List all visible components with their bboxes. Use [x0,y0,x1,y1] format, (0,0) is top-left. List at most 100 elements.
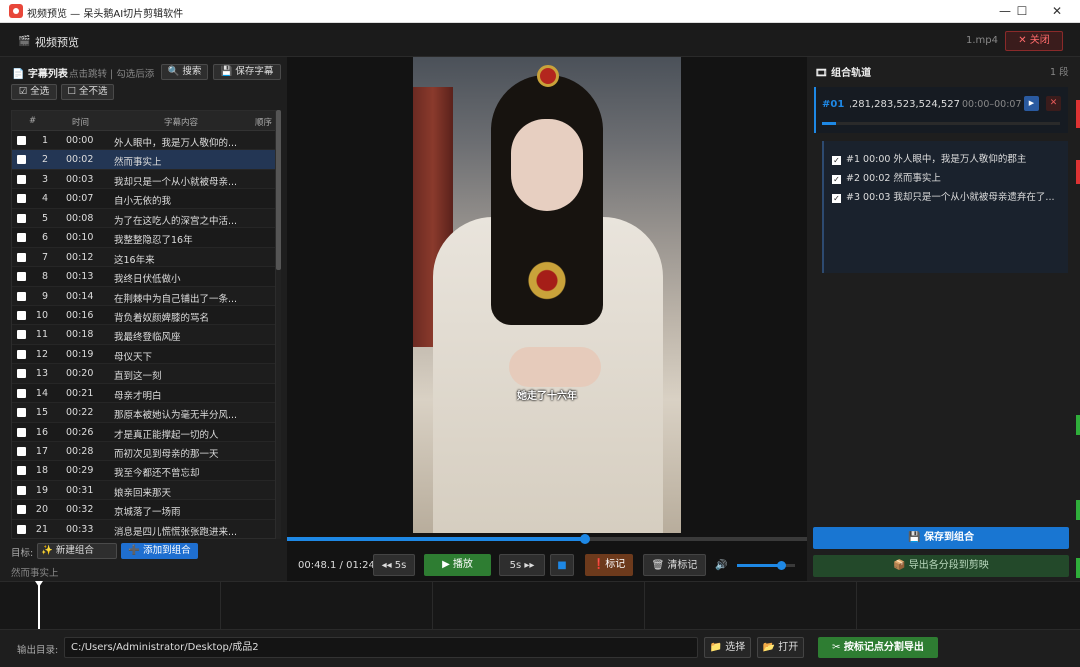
app-window: 视频预览 — 呆头鹅AI切片剪辑软件 — ☐ ✕ 🎬 视频预览 1.mp4 ✕ … [0,0,1080,667]
timeline-playhead[interactable] [35,581,43,630]
table-row[interactable]: 9 00:14 在荆棘中为自己铺出了一条... [12,286,275,306]
window-close-button[interactable]: ✕ [1039,0,1075,23]
combo-group[interactable]: #01 0,281,283,523,524,527 00:00–00:07 ▶ … [814,87,1068,133]
table-row[interactable]: 12 00:19 母仪天下 [12,345,275,365]
row-text: 而初次见到母亲的那一天 [114,449,219,460]
maximize-button[interactable]: ☐ [1004,0,1040,23]
table-row[interactable]: 10 00:16 背负着奴颜婢膝的骂名 [12,306,275,326]
stop-button[interactable]: ■ [550,554,574,576]
row-checkbox[interactable] [17,524,26,534]
table-row[interactable]: 18 00:29 我至今都还不曾忘却 [12,461,275,481]
row-checkbox[interactable] [17,330,26,340]
play-button[interactable]: ▶ 播放 [424,554,491,576]
table-row[interactable]: 8 00:13 我终日伏低做小 [12,267,275,287]
clear-marks-button[interactable]: 🗑 清标记 [643,554,706,576]
select-all-button[interactable]: ☑ 全选 [11,84,57,100]
row-checkbox[interactable] [17,427,26,437]
choose-dir-button[interactable]: 📁 选择 [704,637,751,658]
rewind-5s-button[interactable]: ◂◂ 5s [373,554,415,576]
edge-strip [1076,500,1080,520]
group-item[interactable]: ✓ #3 00:03 我却只是一个从小就被母亲遗弃在了... [832,189,1064,203]
save-subtitles-button[interactable]: 💾 保存字幕 [213,64,281,80]
row-checkbox[interactable] [17,447,26,456]
row-number: 1 [41,135,48,146]
export-segments-button[interactable]: 📦 导出各分段到剪映 [813,555,1069,577]
seek-handle[interactable] [579,534,590,544]
close-button[interactable]: ✕ 关闭 [1005,31,1063,51]
row-checkbox[interactable] [17,272,26,282]
mark-button[interactable]: ❗标记 [585,554,633,576]
table-row[interactable]: 14 00:21 母亲才明白 [12,384,275,404]
table-row[interactable]: 7 00:12 这16年来 [12,247,275,268]
table-row[interactable]: 16 00:26 才是真正能撑起一切的人 [12,423,275,442]
table-row[interactable]: 5 00:08 为了在这吃人的深宫之中活... [12,208,275,229]
table-row[interactable]: 19 00:31 娘亲回来那天 [12,480,275,501]
row-checkbox[interactable] [17,349,26,359]
timeline-tick [220,582,221,630]
volume-icon[interactable]: 🔊 [715,560,727,571]
search-button[interactable]: 🔍 搜索 [161,64,208,80]
group-item[interactable]: ✓ #1 00:00 外人眼中，我是万人敬仰的郡主 [832,151,1064,165]
video-frame[interactable]: 她走了十六年 [413,57,681,533]
row-checkbox[interactable] [17,291,26,301]
group-select[interactable]: ✨ 新建组合 [37,543,117,559]
row-checkbox[interactable] [17,136,26,145]
group-delete-button[interactable]: ✕ [1046,96,1061,111]
row-checkbox[interactable] [17,213,26,223]
row-checkbox[interactable] [17,369,26,379]
row-checkbox[interactable] [17,310,26,320]
group-progress [822,122,1060,125]
item-checkbox[interactable]: ✓ [832,156,841,165]
row-number: 7 [41,251,48,263]
row-checkbox[interactable] [17,505,26,515]
table-row[interactable]: 4 00:07 自小无依的我 [12,189,275,209]
group-item[interactable]: ✓ #2 00:02 然而事实上 [832,170,1064,184]
group-id: #01 [822,99,845,110]
row-text: 外人眼中，我是万人敬仰的... [114,138,238,149]
select-none-button[interactable]: ☐ 全不选 [61,84,114,100]
volume-fill [737,564,781,567]
row-checkbox[interactable] [17,466,26,476]
volume-slider[interactable] [737,561,795,570]
table-row[interactable]: 1 00:00 外人眼中，我是万人敬仰的... [12,131,275,151]
seek-bar[interactable] [287,534,807,544]
row-checkbox[interactable] [17,252,26,262]
table-scrollbar[interactable] [276,110,281,539]
row-checkbox[interactable] [17,194,26,204]
item-checkbox[interactable]: ✓ [832,194,841,203]
table-row[interactable]: 21 00:33 消息是四儿慌慌张张跑进来... [12,519,275,538]
table-row[interactable]: 17 00:28 而初次见到母亲的那一天 [12,442,275,462]
group-play-button[interactable]: ▶ [1024,96,1039,111]
table-row[interactable]: 11 00:18 我最终登临风座 [12,325,275,345]
row-checkbox[interactable] [17,174,26,184]
table-row[interactable]: 3 00:03 我却只是一个从小就被母亲... [12,169,275,190]
row-checkbox[interactable] [17,408,26,418]
add-to-group-button[interactable]: ➕ 添加到组合 [121,543,198,559]
open-dir-button[interactable]: 📂 打开 [757,637,804,658]
save-to-group-button[interactable]: 💾 保存到组合 [813,527,1069,549]
row-text: 为了在这吃人的深宫之中活... [114,215,238,227]
table-row[interactable]: 13 00:20 直到这一刻 [12,364,275,384]
item-checkbox[interactable]: ✓ [832,175,841,184]
row-text: 那原本被她认为毫无半分风... [114,410,238,422]
row-checkbox[interactable] [17,485,26,495]
row-time: 00:13 [66,271,94,283]
row-checkbox[interactable] [17,233,26,243]
volume-handle[interactable] [776,561,786,570]
scrollbar-thumb[interactable] [276,110,281,270]
column-header-time: 时间 [72,118,90,128]
split-export-button[interactable]: ✂ 按标记点分割导出 [818,637,938,658]
output-dir-field[interactable]: C:/Users/Administrator/Desktop/成品2 [64,637,698,658]
group-item-label: #1 00:00 外人眼中，我是万人敬仰的郡主 [846,154,1027,165]
dialog-title: 视频预览 [35,36,79,49]
row-checkbox[interactable] [17,388,26,398]
table-row[interactable]: 2 00:02 然而事实上 [12,150,275,170]
table-row[interactable]: 20 00:32 京城落了一场雨 [12,500,275,520]
table-row[interactable]: 6 00:10 我整整隐忍了16年 [12,228,275,248]
table-row[interactable]: 15 00:22 那原本被她认为毫无半分风... [12,403,275,423]
combo-track-title: 🎞 组合轨道 [815,68,872,79]
forward-5s-button[interactable]: 5s ▸▸ [499,554,545,576]
timeline[interactable] [0,581,1080,630]
video-hands [509,347,601,387]
row-checkbox[interactable] [17,155,26,165]
